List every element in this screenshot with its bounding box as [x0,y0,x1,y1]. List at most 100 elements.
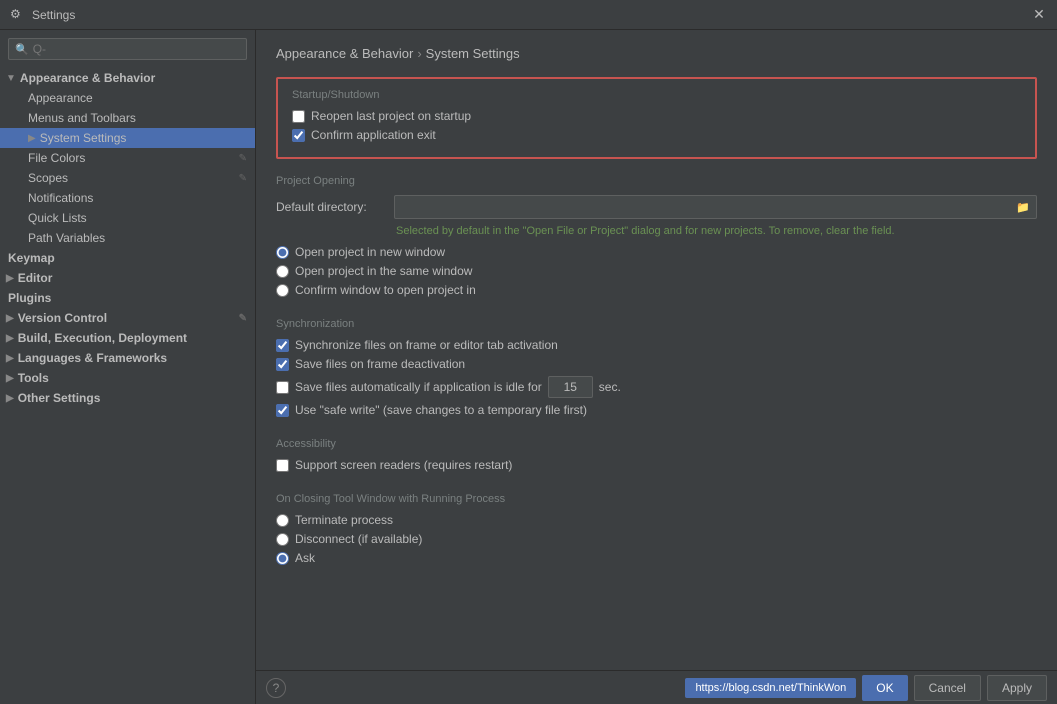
terminate-row: Terminate process [276,513,1037,527]
open-new-window-row: Open project in new window [276,245,1037,259]
arrow-icon-other: ▶ [6,393,14,404]
save-files-deactivation-checkbox[interactable] [276,358,289,371]
sidebar-item-other-settings[interactable]: ▶ Other Settings [0,388,255,408]
window-title: Settings [32,8,1031,22]
edit-icon-scopes: ✎ [239,173,247,184]
url-bar: https://blog.csdn.net/ThinkWon [685,678,856,698]
sidebar-label-plugins: Plugins [8,291,51,305]
open-same-window-label: Open project in the same window [295,264,472,278]
idle-time-input[interactable] [548,376,593,398]
synchronization-title: Synchronization [276,318,1037,330]
sidebar-item-menus-toolbars[interactable]: Menus and Toolbars [0,108,255,128]
accessibility-title: Accessibility [276,438,1037,450]
sidebar-label-build-execution: Build, Execution, Deployment [18,331,187,345]
open-same-window-radio[interactable] [276,265,289,278]
arrow-icon-build: ▶ [6,333,14,344]
save-files-idle-label: Save files automatically if application … [295,380,542,394]
breadcrumb-current: System Settings [426,46,520,61]
reopen-project-label: Reopen last project on startup [311,109,471,123]
screen-readers-checkbox[interactable] [276,459,289,472]
sidebar-label-file-colors: File Colors [28,151,85,165]
sidebar-item-languages-frameworks[interactable]: ▶ Languages & Frameworks [0,348,255,368]
sidebar-label-system-settings: System Settings [40,131,127,145]
default-dir-input[interactable]: 📁 [394,195,1037,219]
disconnect-row: Disconnect (if available) [276,532,1037,546]
sidebar-item-system-settings[interactable]: ▶ System Settings [0,128,255,148]
breadcrumb: Appearance & Behavior › System Settings [276,46,1037,61]
sidebar-item-build-execution[interactable]: ▶ Build, Execution, Deployment [0,328,255,348]
disconnect-radio[interactable] [276,533,289,546]
accessibility-section: Accessibility Support screen readers (re… [276,438,1037,477]
sync-files-label: Synchronize files on frame or editor tab… [295,338,558,352]
edit-icon-file-colors: ✎ [239,153,247,164]
confirm-window-radio[interactable] [276,284,289,297]
confirm-exit-row: Confirm application exit [292,128,1021,142]
close-button[interactable]: ✕ [1031,7,1047,23]
safe-write-checkbox[interactable] [276,404,289,417]
sidebar-label-menus-toolbars: Menus and Toolbars [28,111,136,125]
arrow-icon: ▶ [28,133,36,144]
reopen-project-row: Reopen last project on startup [292,109,1021,123]
sidebar-item-appearance[interactable]: Appearance [0,88,255,108]
idle-unit-label: sec. [599,380,621,394]
arrow-icon-vc: ▶ [6,313,14,324]
terminate-radio[interactable] [276,514,289,527]
ask-row: Ask [276,551,1037,565]
search-input[interactable] [33,42,240,56]
project-opening-section: Project Opening Default directory: 📁 Sel… [276,175,1037,302]
hint-text: Selected by default in the "Open File or… [276,225,1037,237]
sidebar-item-path-variables[interactable]: Path Variables [0,228,255,248]
arrow-icon-tools: ▶ [6,373,14,384]
sidebar-item-file-colors[interactable]: File Colors ✎ [0,148,255,168]
help-button[interactable]: ? [266,678,286,698]
save-files-deactivation-label: Save files on frame deactivation [295,357,465,371]
sidebar-label-appearance-behavior: Appearance & Behavior [20,71,155,85]
startup-shutdown-title: Startup/Shutdown [292,89,1021,101]
sync-files-checkbox[interactable] [276,339,289,352]
open-new-window-radio[interactable] [276,246,289,259]
save-files-idle-checkbox[interactable] [276,381,289,394]
reopen-project-checkbox[interactable] [292,110,305,123]
sidebar-label-tools: Tools [18,371,49,385]
folder-icon: 📁 [1016,201,1030,214]
screen-readers-label: Support screen readers (requires restart… [295,458,512,472]
sidebar-item-quick-lists[interactable]: Quick Lists [0,208,255,228]
expand-arrow-icon: ▼ [6,73,16,84]
title-bar: ⚙ Settings ✕ [0,0,1057,30]
sidebar-item-version-control[interactable]: ▶ Version Control ✎ [0,308,255,328]
sidebar-label-quick-lists: Quick Lists [28,211,87,225]
action-buttons: https://blog.csdn.net/ThinkWon OK Cancel… [685,675,1047,701]
sidebar-label-other-settings: Other Settings [18,391,101,405]
sidebar-label-version-control: Version Control [18,311,107,325]
sidebar-label-languages-frameworks: Languages & Frameworks [18,351,167,365]
sidebar-item-tools[interactable]: ▶ Tools [0,368,255,388]
sidebar-item-keymap[interactable]: Keymap [0,248,255,268]
sidebar-label-keymap: Keymap [8,251,55,265]
startup-shutdown-section: Startup/Shutdown Reopen last project on … [276,77,1037,159]
sidebar-label-appearance: Appearance [28,91,93,105]
project-opening-title: Project Opening [276,175,1037,187]
sync-files-row: Synchronize files on frame or editor tab… [276,338,1037,352]
default-dir-row: Default directory: 📁 [276,195,1037,219]
search-icon: 🔍 [15,43,29,56]
terminate-label: Terminate process [295,513,393,527]
sidebar-item-plugins[interactable]: Plugins [0,288,255,308]
breadcrumb-parent: Appearance & Behavior [276,46,413,61]
sidebar-label-path-variables: Path Variables [28,231,105,245]
apply-button[interactable]: Apply [987,675,1047,701]
ask-radio[interactable] [276,552,289,565]
sidebar-item-editor[interactable]: ▶ Editor [0,268,255,288]
cancel-button[interactable]: Cancel [914,675,981,701]
sidebar-item-scopes[interactable]: Scopes ✎ [0,168,255,188]
sidebar-item-appearance-behavior[interactable]: ▼ Appearance & Behavior [0,68,255,88]
search-box[interactable]: 🔍 [8,38,247,60]
sidebar-item-notifications[interactable]: Notifications [0,188,255,208]
screen-readers-row: Support screen readers (requires restart… [276,458,1037,472]
confirm-exit-label: Confirm application exit [311,128,436,142]
ok-button[interactable]: OK [862,675,907,701]
breadcrumb-separator: › [417,46,421,61]
ask-label: Ask [295,551,315,565]
open-same-window-row: Open project in the same window [276,264,1037,278]
confirm-exit-checkbox[interactable] [292,129,305,142]
synchronization-section: Synchronization Synchronize files on fra… [276,318,1037,422]
